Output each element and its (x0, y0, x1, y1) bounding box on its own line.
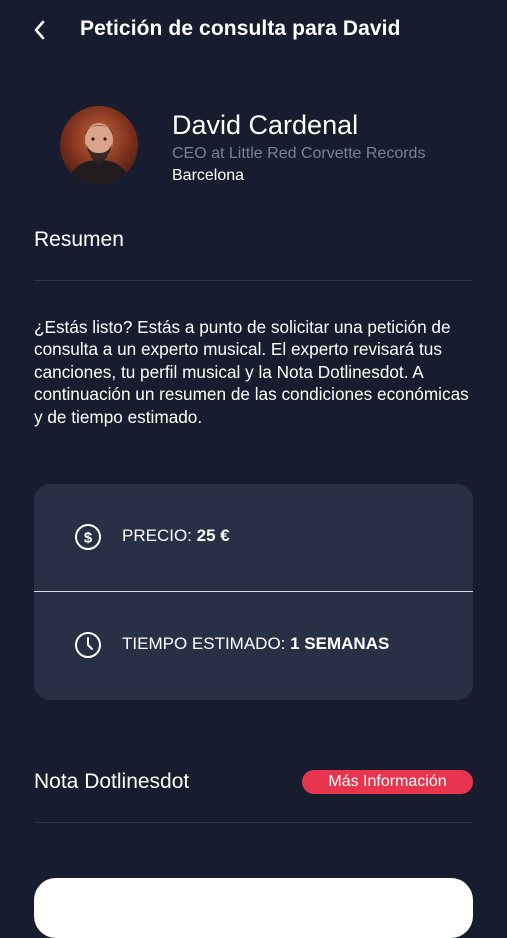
summary-title: Resumen (34, 228, 124, 251)
time-value: 1 SEMANAS (290, 634, 390, 653)
expert-profile: David Cardenal CEO at Little Red Corvett… (0, 100, 507, 190)
expert-city: Barcelona (172, 167, 245, 184)
more-info-button[interactable]: Más Información (302, 770, 473, 794)
conditions-card: $ PRECIO: 25 € TIEMPO ESTIMADO: 1 SEMANA… (34, 484, 473, 700)
expert-role: CEO at Little Red Corvette Records (172, 145, 426, 162)
price-value: 25 € (196, 526, 230, 545)
page-title: Petición de consulta para David (80, 17, 401, 40)
chevron-left-icon (34, 20, 45, 40)
price-label: PRECIO: 25 € (122, 526, 230, 546)
avatar (60, 106, 138, 184)
divider (34, 280, 473, 281)
time-row: TIEMPO ESTIMADO: 1 SEMANAS (34, 592, 473, 699)
header: Petición de consulta para David (0, 0, 507, 62)
time-caption: TIEMPO ESTIMADO: (122, 634, 291, 653)
time-label: TIEMPO ESTIMADO: 1 SEMANAS (122, 634, 389, 654)
back-button[interactable] (24, 14, 56, 46)
nota-label: Nota Dotlinesdot (34, 770, 190, 793)
dollar-circle-icon: $ (75, 524, 101, 550)
price-caption: PRECIO: (122, 526, 197, 545)
price-row: $ PRECIO: 25 € (34, 484, 473, 591)
expert-name: David Cardenal (172, 110, 359, 140)
clock-icon (75, 632, 101, 658)
svg-text:$: $ (84, 530, 93, 547)
summary-text: ¿Estás listo? Estás a punto de solicitar… (34, 317, 469, 427)
divider (34, 822, 473, 823)
bottom-action-button[interactable] (34, 878, 473, 938)
